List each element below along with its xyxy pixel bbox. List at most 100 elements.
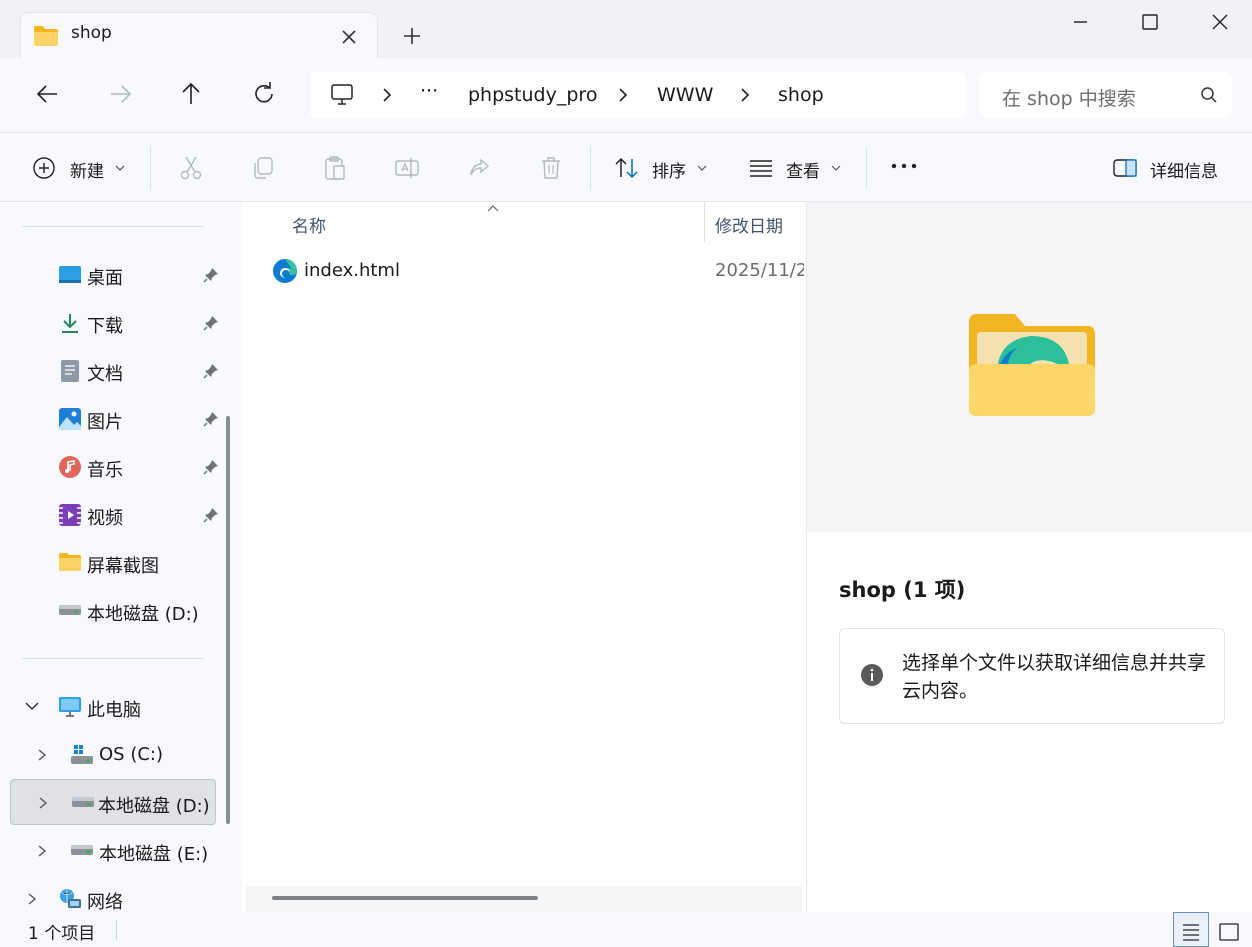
- window-close-button[interactable]: [1196, 6, 1244, 38]
- pin-icon[interactable]: [202, 506, 220, 524]
- chevron-right-icon[interactable]: [36, 844, 48, 858]
- sidebar-item-label: OS (C:): [99, 744, 163, 765]
- delete-icon[interactable]: [538, 155, 564, 181]
- details-pane: shop (1 项) 选择单个文件以获取详细信息并共享云内容。: [806, 202, 1252, 912]
- sidebar-item-music[interactable]: 音乐: [10, 444, 218, 490]
- sidebar-item-screenshots[interactable]: 屏幕截图: [10, 540, 216, 586]
- column-divider[interactable]: [704, 202, 705, 242]
- new-tab-button[interactable]: [398, 22, 426, 50]
- breadcrumb-www[interactable]: WWW: [657, 84, 713, 106]
- pin-icon[interactable]: [202, 362, 220, 380]
- sidebar-item-downloads[interactable]: 下载: [10, 300, 218, 346]
- chevron-down-icon[interactable]: [24, 700, 40, 712]
- maximize-icon: [1142, 14, 1158, 30]
- toolbar-divider: [590, 147, 591, 189]
- info-icon: [860, 663, 884, 687]
- chevron-right-icon[interactable]: [36, 748, 48, 762]
- details-pane-icon: [1112, 158, 1138, 178]
- status-bar: 1 个项目: [0, 912, 1252, 947]
- search-box[interactable]: 在 shop 中搜索: [980, 72, 1232, 118]
- sidebar-item-drive-d-selected[interactable]: 本地磁盘 (D:): [10, 779, 216, 825]
- pictures-icon: [58, 407, 82, 431]
- command-bar: 新建 排序 查看 详细信息: [0, 132, 1252, 202]
- breadcrumb-shop[interactable]: shop: [778, 84, 824, 106]
- scrollbar-thumb[interactable]: [272, 896, 538, 900]
- new-button[interactable]: 新建: [32, 155, 132, 182]
- sidebar-item-videos[interactable]: 视频: [10, 492, 218, 538]
- more-options-icon[interactable]: [890, 159, 918, 173]
- close-icon[interactable]: [337, 25, 361, 49]
- large-icons-view-button[interactable]: [1212, 912, 1248, 947]
- rename-icon[interactable]: [394, 155, 420, 181]
- sidebar-item-this-pc[interactable]: 此电脑: [10, 684, 216, 730]
- details-label: 详细信息: [1150, 162, 1218, 182]
- chevron-right-icon[interactable]: [738, 87, 752, 103]
- column-header-name[interactable]: 名称: [292, 212, 326, 237]
- sort-label: 排序: [652, 162, 686, 182]
- details-title: shop (1 项): [839, 578, 966, 602]
- sidebar-item-drive-c[interactable]: OS (C:): [10, 732, 216, 778]
- search-input[interactable]: 在 shop 中搜索: [1002, 84, 1136, 111]
- sidebar-item-label: 此电脑: [87, 700, 141, 721]
- chevron-right-icon[interactable]: [616, 87, 630, 103]
- paste-icon[interactable]: [322, 155, 348, 181]
- sidebar-item-label: 屏幕截图: [87, 556, 159, 577]
- up-button[interactable]: [173, 76, 209, 112]
- back-button[interactable]: [30, 76, 66, 112]
- sidebar-item-drive-d[interactable]: 本地磁盘 (D:): [10, 588, 216, 634]
- sidebar-item-pictures[interactable]: 图片: [10, 396, 218, 442]
- refresh-button[interactable]: [246, 76, 282, 112]
- chevron-right-icon[interactable]: [380, 87, 394, 103]
- folder-preview-icon: [967, 312, 1097, 418]
- drive-icon: [70, 843, 94, 857]
- new-label: 新建: [70, 162, 104, 182]
- tab-shop[interactable]: shop: [20, 12, 378, 58]
- sidebar-item-drive-e[interactable]: 本地磁盘 (E:): [10, 828, 216, 874]
- chevron-right-icon[interactable]: [26, 892, 38, 906]
- copy-icon[interactable]: [250, 155, 276, 181]
- plus-circle-icon: [32, 156, 56, 180]
- file-name: index.html: [304, 260, 400, 281]
- cut-icon[interactable]: [178, 155, 204, 181]
- video-icon: [58, 503, 82, 527]
- folder-icon: [58, 552, 82, 572]
- monitor-icon[interactable]: [330, 83, 354, 107]
- folder-icon: [33, 25, 59, 47]
- sidebar-item-desktop[interactable]: 桌面: [10, 252, 218, 298]
- sort-button[interactable]: 排序: [614, 155, 710, 182]
- desktop-icon: [58, 264, 82, 286]
- sidebar-item-label: 文档: [87, 364, 123, 385]
- sidebar-item-label: 图片: [87, 412, 123, 433]
- info-card: 选择单个文件以获取详细信息并共享云内容。: [839, 628, 1225, 724]
- minimize-button[interactable]: [1056, 6, 1104, 38]
- chevron-right-icon[interactable]: [37, 796, 49, 810]
- pin-icon[interactable]: [202, 458, 220, 476]
- details-pane-button[interactable]: 详细信息: [1112, 155, 1232, 182]
- sidebar-item-label: 视频: [87, 508, 123, 529]
- arrow-up-icon: [182, 82, 200, 104]
- breadcrumb-phpstudy-pro[interactable]: phpstudy_pro: [468, 84, 597, 106]
- sidebar-item-label: 本地磁盘 (E:): [99, 844, 209, 865]
- sidebar-scrollbar[interactable]: [226, 416, 230, 824]
- breadcrumb-overflow[interactable]: ···: [420, 80, 438, 102]
- arrow-right-icon: [111, 85, 132, 103]
- drive-icon: [71, 795, 95, 809]
- maximize-button[interactable]: [1126, 6, 1174, 38]
- address-bar[interactable]: ··· phpstudy_pro WWW shop: [310, 72, 966, 118]
- file-list: 名称 修改日期 index.html 2025/11/2: [242, 202, 804, 912]
- pin-icon[interactable]: [202, 410, 220, 428]
- table-row[interactable]: index.html 2025/11/2: [262, 250, 804, 290]
- forward-button[interactable]: [102, 76, 138, 112]
- column-header-modified[interactable]: 修改日期: [715, 212, 783, 237]
- share-icon[interactable]: [466, 155, 492, 181]
- sidebar-item-documents[interactable]: 文档: [10, 348, 218, 394]
- search-icon: [1200, 86, 1218, 104]
- pin-icon[interactable]: [202, 266, 220, 284]
- horizontal-scrollbar[interactable]: [246, 886, 802, 912]
- sidebar-item-label: 网络: [87, 892, 123, 913]
- pin-icon[interactable]: [202, 314, 220, 332]
- view-button[interactable]: 查看: [748, 155, 844, 182]
- details-view-button[interactable]: [1173, 912, 1209, 947]
- windows-drive-icon: [70, 744, 94, 766]
- refresh-icon: [255, 82, 273, 103]
